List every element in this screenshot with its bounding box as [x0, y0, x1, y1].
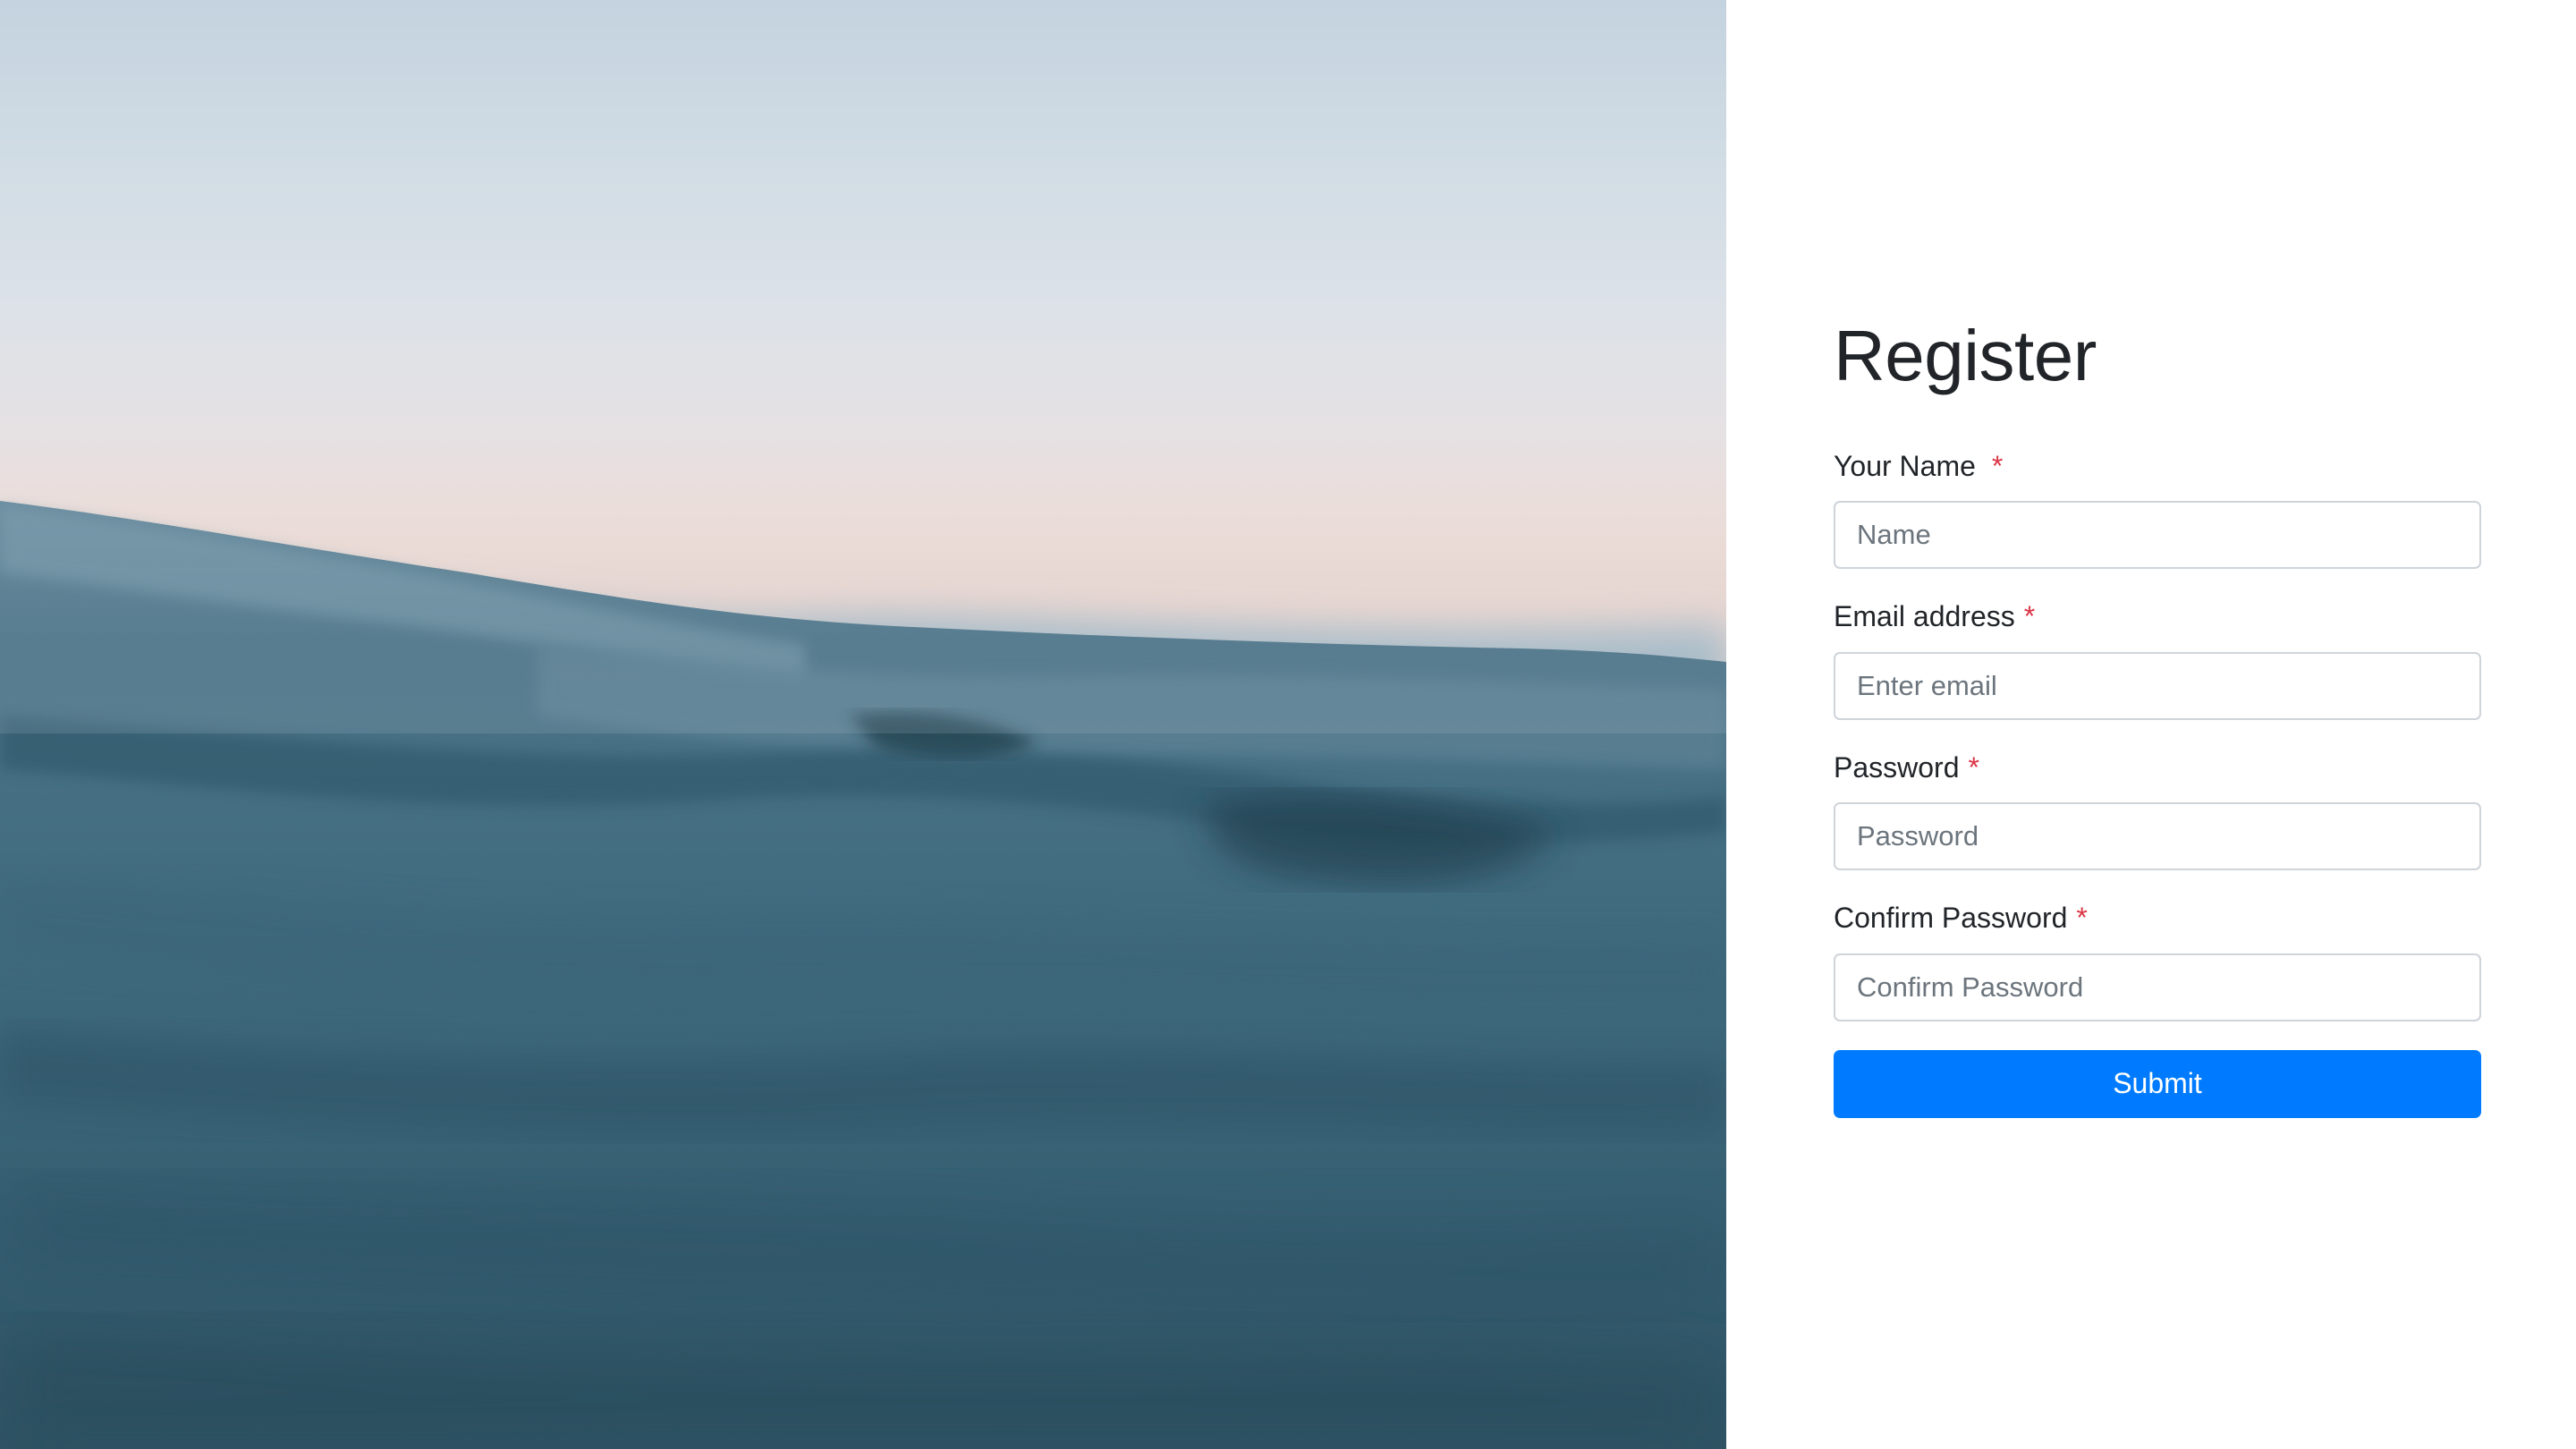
submit-button[interactable]: Submit	[1834, 1049, 2481, 1118]
required-marker: *	[1991, 450, 2004, 482]
name-input[interactable]	[1834, 501, 2481, 570]
required-marker: *	[1968, 750, 1979, 784]
name-label-row: Your Name *	[1834, 449, 2481, 483]
password-label: Password	[1834, 750, 1960, 784]
ocean-wave-image	[0, 501, 1726, 1449]
name-field-group: Your Name *	[1834, 449, 2481, 570]
register-page: Register Your Name * Email address * Pas…	[0, 0, 2576, 1449]
confirm-password-label-row: Confirm Password *	[1834, 901, 2481, 935]
required-marker: *	[2023, 600, 2036, 633]
password-input[interactable]	[1834, 802, 2481, 871]
email-label-row: Email address *	[1834, 599, 2481, 633]
email-label: Email address	[1834, 600, 2015, 633]
hero-image	[0, 0, 1726, 1449]
email-input[interactable]	[1834, 651, 2481, 720]
register-panel: Register Your Name * Email address * Pas…	[1726, 0, 2576, 1449]
password-label-row: Password *	[1834, 750, 2481, 784]
name-label: Your Name	[1834, 450, 1976, 482]
email-field-group: Email address *	[1834, 599, 2481, 720]
required-marker: *	[2076, 902, 2088, 935]
confirm-password-label: Confirm Password	[1834, 902, 2068, 935]
password-field-group: Password *	[1834, 750, 2481, 871]
register-form: Register Your Name * Email address * Pas…	[1834, 313, 2481, 1118]
page-title: Register	[1834, 316, 2097, 395]
confirm-password-input[interactable]	[1834, 953, 2481, 1021]
confirm-password-field-group: Confirm Password *	[1834, 901, 2481, 1021]
